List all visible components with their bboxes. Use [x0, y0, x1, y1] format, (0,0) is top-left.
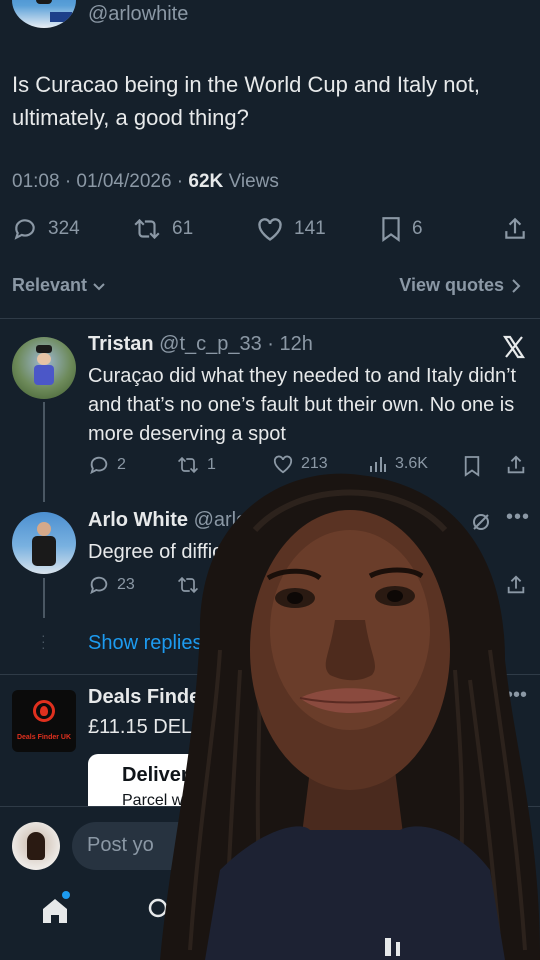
divider: [0, 318, 540, 319]
thread-line: [43, 402, 45, 502]
thread-dots: · · ·: [41, 627, 46, 655]
like-button[interactable]: 141: [256, 216, 326, 242]
chevron-right-icon: [510, 278, 522, 294]
reply-avatar-arlo[interactable]: [12, 512, 76, 574]
reply-author-meta: @t_c_p_33 · 12h: [159, 333, 313, 355]
reply-icon: [88, 574, 110, 596]
ad-logo[interactable]: Deals Finder UK: [12, 690, 76, 752]
webcam-overlay: [160, 470, 540, 960]
reply2-reply-button[interactable]: 23: [88, 574, 135, 596]
composer-placeholder: Post yo: [87, 834, 154, 856]
reply1-reply-count: 2: [117, 456, 126, 473]
reply-header-tristan: Tristan @t_c_p_33 · 12h: [88, 333, 313, 356]
fire-icon: [33, 700, 55, 722]
composer-avatar[interactable]: [12, 822, 60, 870]
reply-text-tristan: Curaçao did what they needed to and Ital…: [88, 365, 517, 445]
retweet-button[interactable]: 61: [132, 216, 193, 242]
bookmark-icon: [380, 216, 402, 242]
person-image: [160, 473, 540, 960]
notification-dot: [62, 891, 70, 899]
tweet-meta: 01:08 · 01/04/2026 · 62K Views: [12, 171, 279, 193]
tweet-text: Is Curacao being in the World Cup and It…: [12, 72, 480, 130]
bookmark-count: 6: [412, 218, 423, 239]
tweet-views-label: Views: [228, 171, 279, 192]
reply2-reply-count: 23: [117, 576, 135, 593]
retweet-icon: [132, 216, 162, 242]
reply-button[interactable]: 324: [12, 216, 80, 242]
tweet-views-count: 62K: [188, 171, 224, 192]
reply-icon: [12, 216, 38, 242]
chevron-down-icon: [91, 278, 107, 294]
reply-count: 324: [48, 218, 80, 239]
thread-line: [43, 578, 45, 618]
author-avatar[interactable]: [12, 0, 76, 28]
reply-avatar-tristan[interactable]: [12, 337, 76, 399]
share-icon[interactable]: [502, 216, 528, 242]
ad-logo-text: Deals Finder UK: [16, 734, 72, 741]
view-quotes-label: View quotes: [399, 275, 504, 295]
retweet-count: 61: [172, 218, 194, 239]
reply1-reply-button[interactable]: 2: [88, 454, 126, 476]
x-logo-icon: [502, 335, 526, 359]
sort-label: Relevant: [12, 275, 88, 295]
bookmark-button[interactable]: 6: [380, 216, 423, 242]
author-handle[interactable]: @arlowhite: [88, 3, 188, 26]
tweet-timestamp: 01:08 · 01/04/2026 ·: [12, 171, 184, 192]
heart-icon: [256, 216, 284, 242]
view-quotes-link[interactable]: View quotes: [399, 275, 522, 296]
like-count: 141: [294, 218, 326, 239]
reply-icon: [88, 454, 110, 476]
home-icon[interactable]: [40, 891, 70, 925]
sort-dropdown[interactable]: Relevant: [12, 275, 107, 296]
reply-author-name[interactable]: Tristan: [88, 333, 154, 355]
